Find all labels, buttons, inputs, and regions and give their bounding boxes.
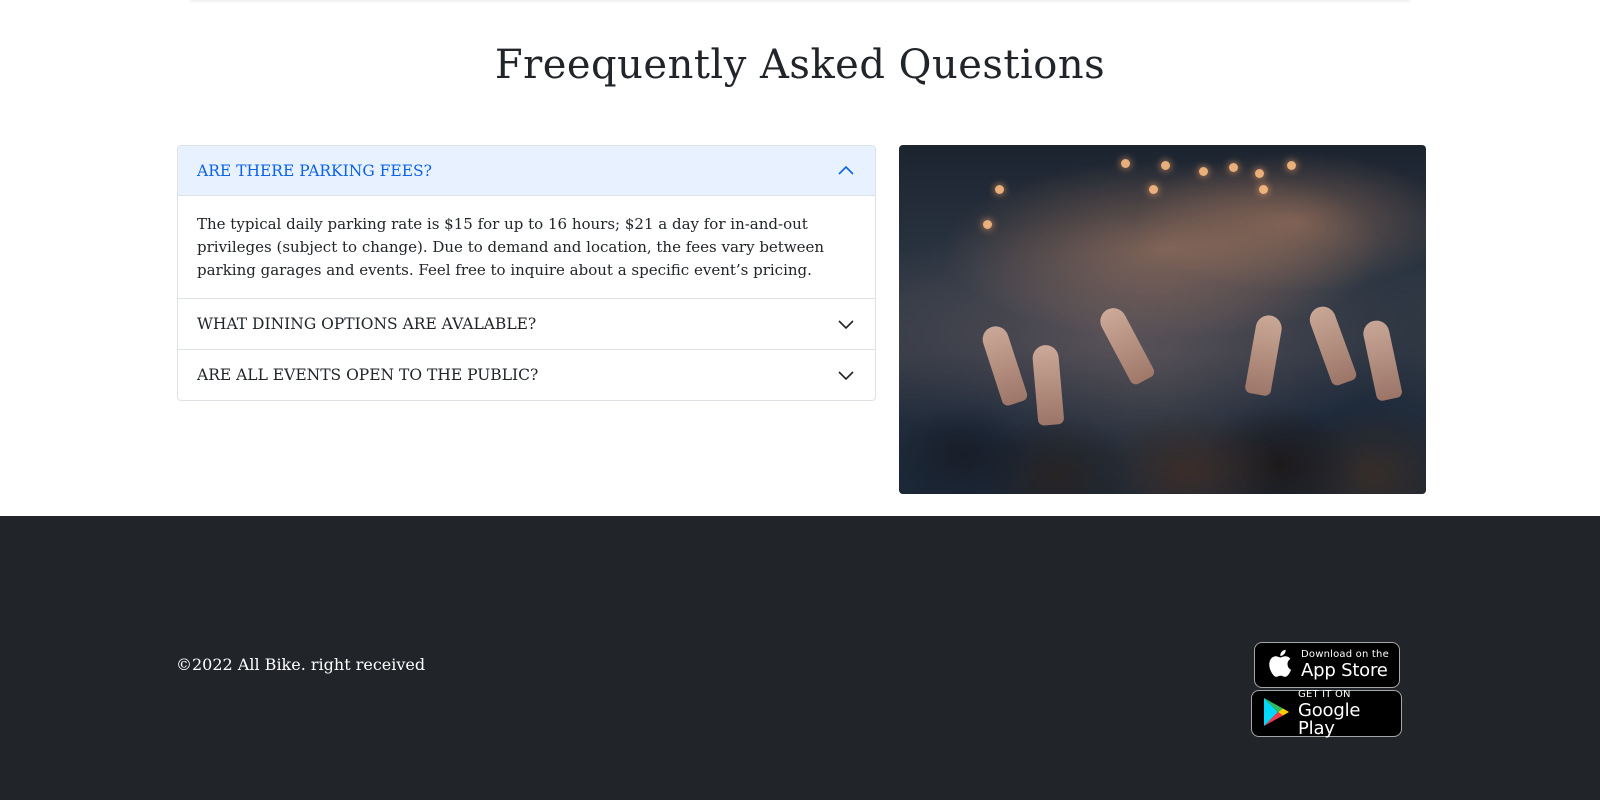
faq-question-dining[interactable]: WHAT DINING OPTIONS ARE AVALABLE?	[178, 299, 875, 349]
light-dot	[1259, 185, 1268, 194]
light-dot	[983, 220, 992, 229]
light-dot	[1199, 167, 1208, 176]
chevron-down-icon	[837, 315, 855, 333]
app-store-text: Download on the App Store	[1301, 649, 1389, 681]
concert-crowd-photo	[899, 145, 1426, 494]
light-dot	[1121, 159, 1130, 168]
faq-question-parking[interactable]: ARE THERE PARKING FEES?	[178, 146, 875, 196]
faq-title: Freequently Asked Questions	[494, 42, 1106, 88]
footer-copyright: ©2022 All Bike. right received	[176, 655, 426, 674]
light-dot	[1229, 163, 1238, 172]
faq-item-dining: WHAT DINING OPTIONS ARE AVALABLE?	[178, 298, 875, 349]
faq-answer-parking: The typical daily parking rate is $15 fo…	[197, 215, 825, 279]
faq-question-label: ARE THERE PARKING FEES?	[197, 161, 432, 180]
light-dot	[995, 185, 1004, 194]
light-dot	[1149, 185, 1158, 194]
faq-question-public-events[interactable]: ARE ALL EVENTS OPEN TO THE PUBLIC?	[178, 350, 875, 400]
google-play-badge[interactable]: GET IT ON Google Play	[1251, 688, 1402, 739]
google-play-icon	[1262, 697, 1290, 731]
faq-question-label: ARE ALL EVENTS OPEN TO THE PUBLIC?	[197, 366, 539, 384]
faq-item-public-events: ARE ALL EVENTS OPEN TO THE PUBLIC?	[178, 349, 875, 400]
header-shadow	[190, 0, 1410, 4]
chevron-up-icon	[837, 162, 855, 180]
chevron-down-icon	[837, 366, 855, 384]
crowd-silhouettes	[899, 302, 1426, 494]
faq-question-label: WHAT DINING OPTIONS ARE AVALABLE?	[197, 315, 537, 333]
app-store-badge[interactable]: Download on the App Store	[1254, 642, 1400, 688]
apple-icon	[1265, 647, 1293, 683]
faq-item-parking: ARE THERE PARKING FEES? The typical dail…	[178, 146, 875, 298]
light-dot	[1161, 161, 1170, 170]
light-dot	[1287, 161, 1296, 170]
google-play-text: GET IT ON Google Play	[1298, 688, 1361, 739]
light-dot	[1255, 169, 1264, 178]
faq-accordion: ARE THERE PARKING FEES? The typical dail…	[177, 145, 876, 401]
